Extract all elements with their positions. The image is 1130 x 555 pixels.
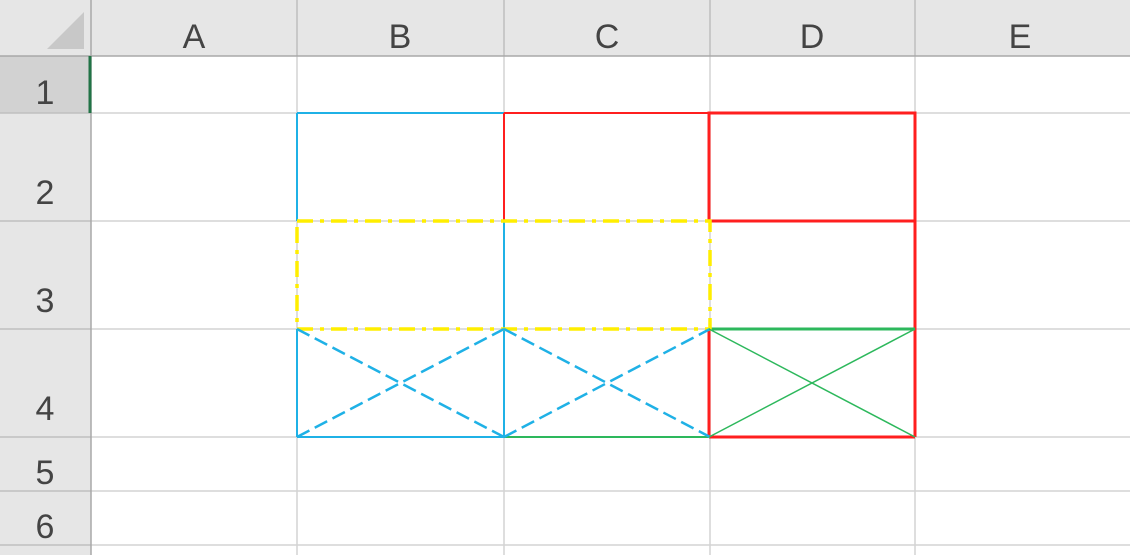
border-c4-diag-up [503,327,711,439]
border-b4-diag-down [296,327,505,439]
column-header-c[interactable]: C [595,18,620,56]
column-header-bar [0,0,1130,56]
row-header-4[interactable]: 4 [36,390,55,428]
border-c4-diag-down [503,327,711,439]
column-header-a[interactable]: A [183,18,206,56]
column-header-b[interactable]: B [389,18,412,56]
column-header-d[interactable]: D [800,18,825,56]
cell-borders [295,111,917,439]
column-header-e[interactable]: E [1009,18,1032,56]
row-header-6[interactable]: 6 [36,508,55,546]
row-header-3[interactable]: 3 [36,282,55,320]
gridlines [91,56,1130,555]
row-header-2[interactable]: 2 [36,174,55,212]
header-separators [0,0,1130,555]
border-b4-diag-up [296,327,505,439]
row-header-1[interactable]: 1 [36,74,55,112]
border-d2-box [707,111,917,223]
row-header-5[interactable]: 5 [36,454,55,492]
spreadsheet-grid[interactable]: A B C D E 1 2 3 4 5 6 [0,0,1130,555]
